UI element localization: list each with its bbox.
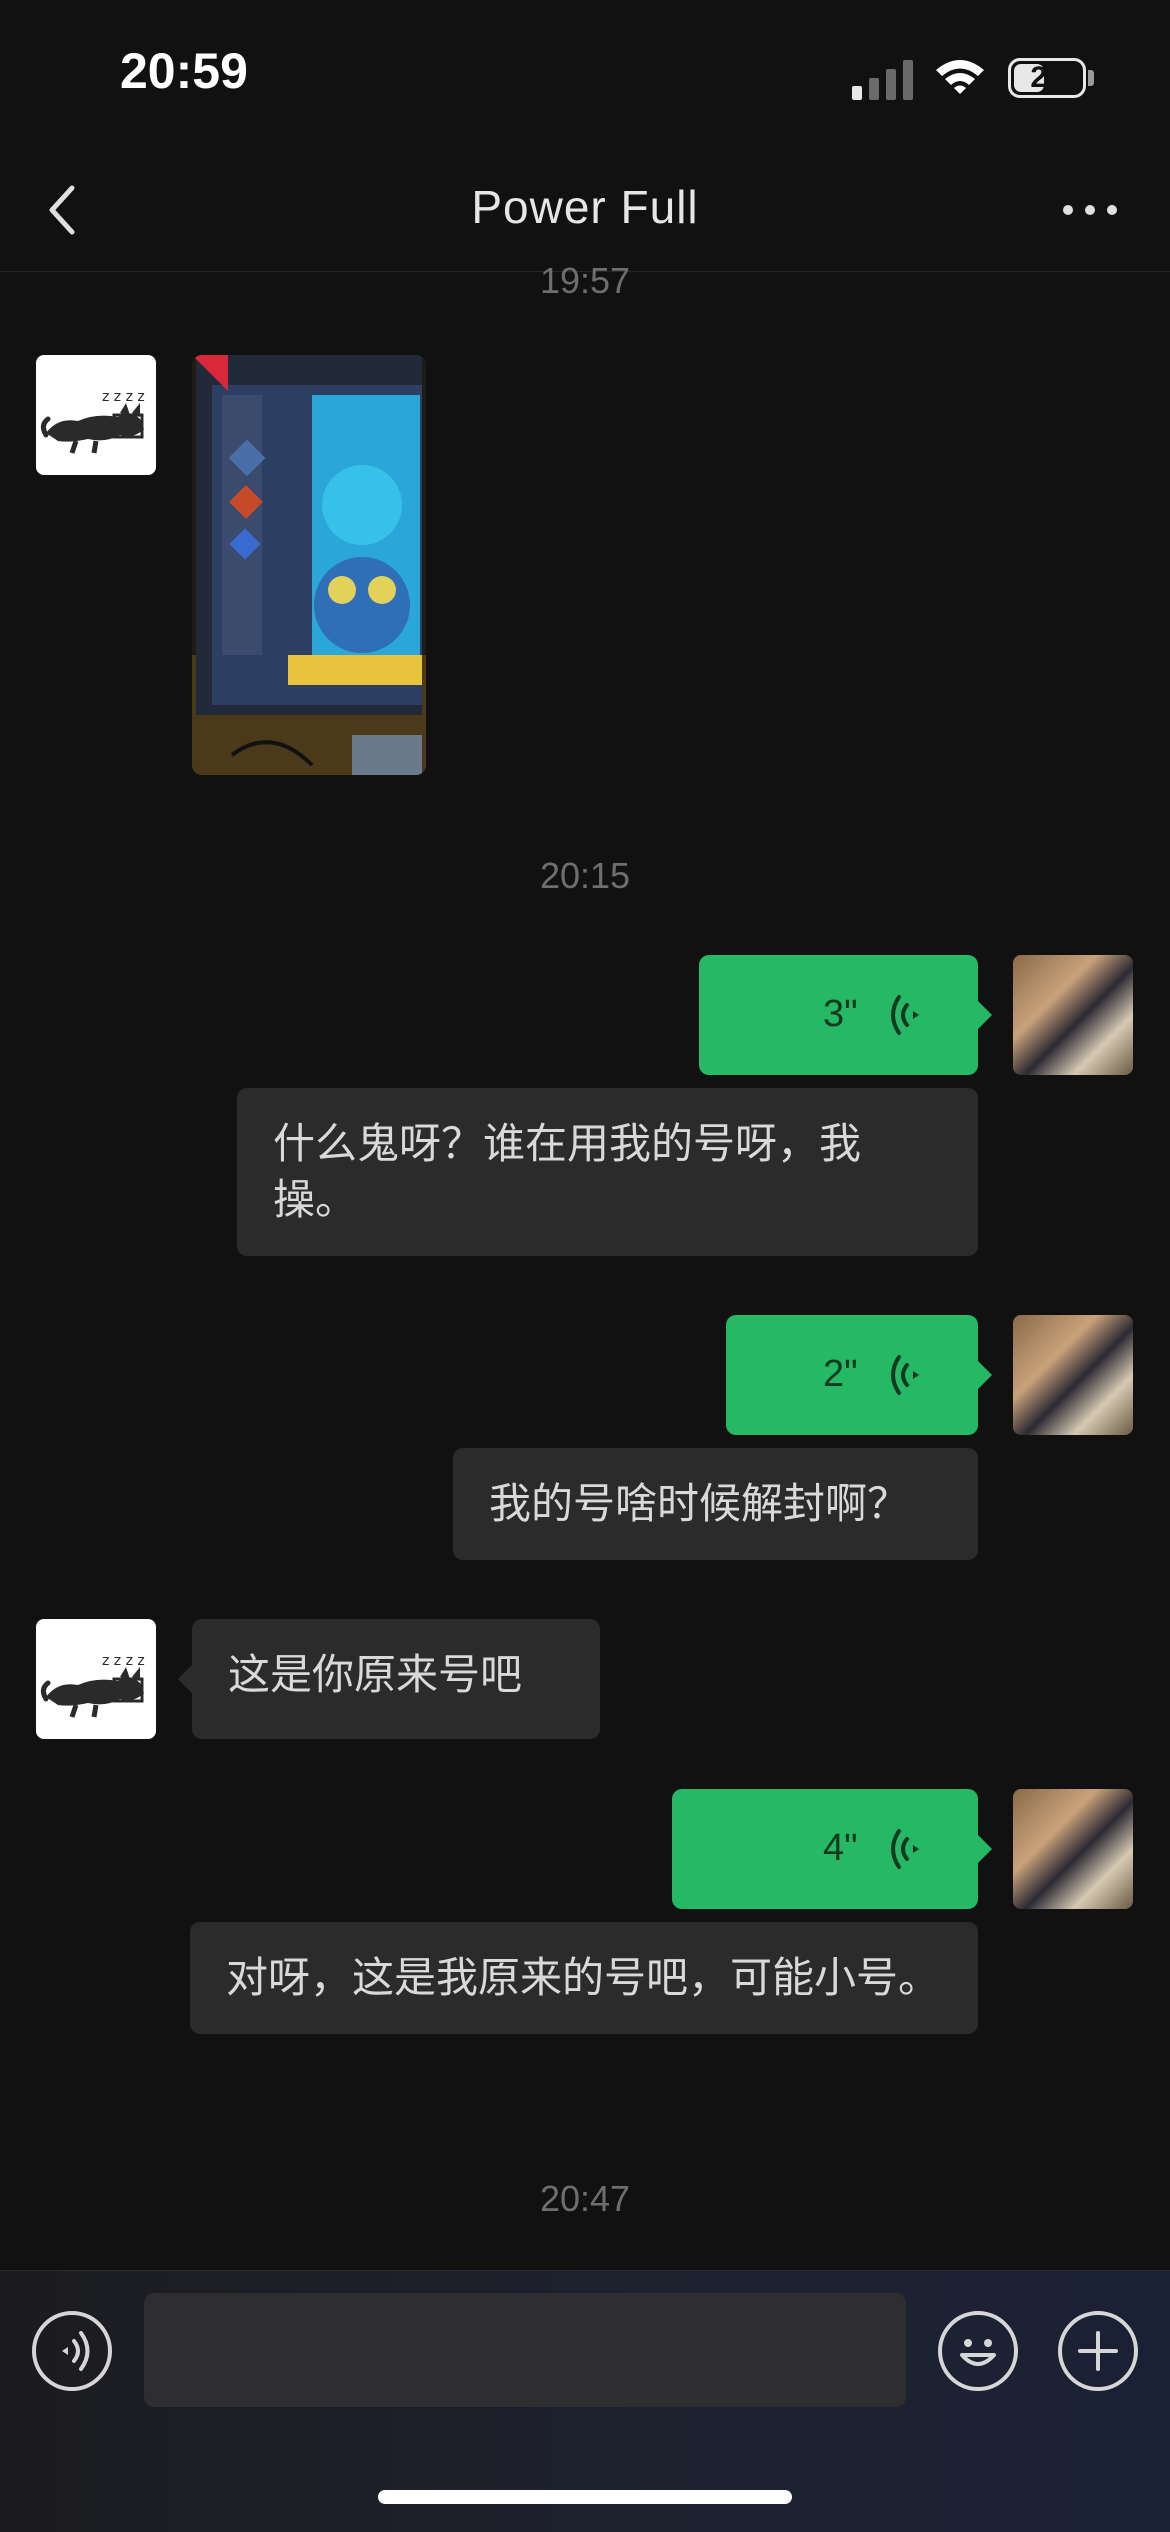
timestamp: 20:15 (539, 855, 631, 896)
voice-wave-icon (891, 1829, 919, 1869)
game-screenshot-image (192, 355, 426, 775)
svg-text:z z z z: z z z z (102, 389, 145, 405)
nav-bar: Power Full (0, 150, 1170, 272)
my-avatar[interactable] (1013, 955, 1133, 1075)
cat-sleeping-icon: z z z z (40, 1653, 145, 1718)
more-icon[interactable] (1060, 198, 1120, 222)
voice-wave-icon (891, 995, 919, 1035)
voice-message[interactable]: 4" (672, 1789, 978, 1909)
voice-message[interactable]: 2" (726, 1315, 978, 1435)
contact-avatar[interactable]: z z z z (36, 355, 156, 475)
photo-message[interactable] (192, 355, 426, 775)
voice-message[interactable]: 3" (699, 955, 978, 1075)
svg-text:z z z z: z z z z (102, 1653, 145, 1669)
battery-icon: 25 (1008, 58, 1086, 98)
voice-wave-icon (891, 1355, 919, 1395)
home-indicator (378, 2490, 792, 2504)
message-bubble: 这是你原来号吧 (192, 1619, 600, 1739)
my-avatar[interactable] (1013, 1789, 1133, 1909)
battery-level: 25 (1030, 61, 1064, 94)
voice-mode-button[interactable] (32, 2311, 112, 2391)
add-button[interactable] (1058, 2311, 1138, 2391)
chat-title: Power Full (471, 181, 699, 233)
voice-mode-icon (62, 2331, 90, 2371)
voice-duration: 2" (823, 1353, 858, 1395)
status-time: 20:59 (120, 43, 248, 99)
cat-sleeping-icon: z z z z (40, 389, 145, 454)
contact-avatar[interactable]: z z z z (36, 1619, 156, 1739)
wifi-icon (936, 60, 984, 94)
add-icon (1078, 2331, 1118, 2371)
signal-icon (852, 60, 913, 100)
my-avatar[interactable] (1013, 1315, 1133, 1435)
emoji-icon (960, 2339, 996, 2366)
timestamp: 20:47 (539, 2178, 631, 2219)
voice-duration: 4" (823, 1827, 858, 1869)
emoji-button[interactable] (938, 2311, 1018, 2391)
message-bubble: 我的号啥时候解封啊？ (453, 1448, 978, 1560)
message-bubble: 对呀，这是我原来的号吧，可能小号。 (190, 1922, 978, 2034)
message-bubble: 什么鬼呀？谁在用我的号呀，我操。 (237, 1088, 978, 1256)
status-bar: 20:59 25 (0, 0, 1170, 150)
message-input[interactable] (144, 2293, 906, 2407)
voice-duration: 3" (823, 993, 858, 1035)
timestamp: 19:57 (539, 260, 631, 294)
